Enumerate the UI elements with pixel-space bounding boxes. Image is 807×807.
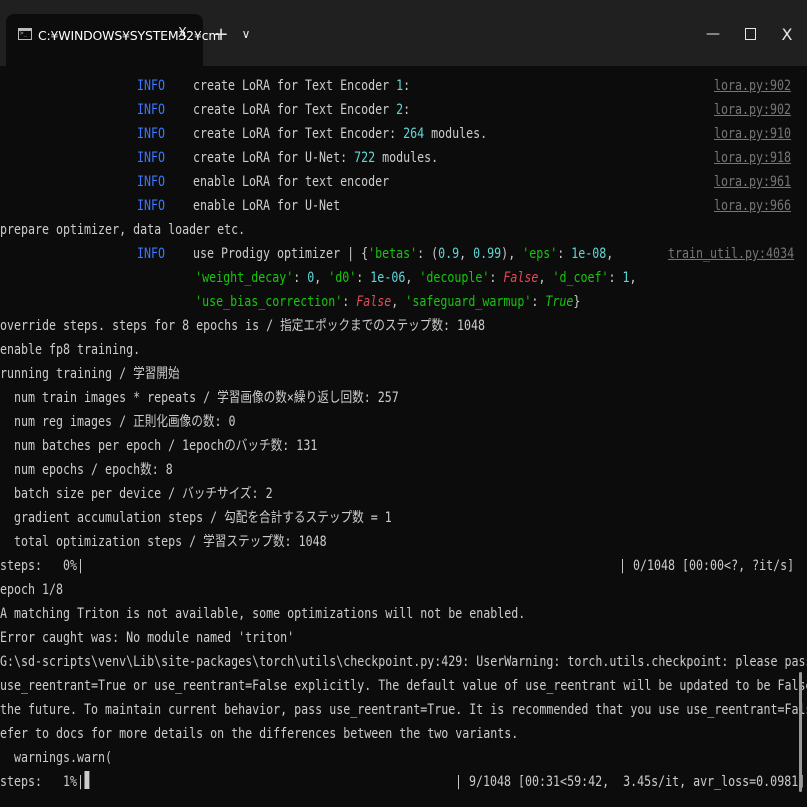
log-line: INFO use Prodigy optimizer | {'betas': (… bbox=[136, 246, 614, 262]
log-line: enable fp8 training. bbox=[0, 342, 141, 358]
dict-key: 'safeguard_warmup' bbox=[405, 294, 532, 310]
log-number: 722 bbox=[354, 150, 376, 166]
source-link[interactable]: lora.py:910 bbox=[714, 122, 791, 146]
dict-value: 1 bbox=[622, 270, 630, 286]
log-level: INFO bbox=[136, 102, 165, 118]
progress-status: | 0/1048 [00:00<?, ?it/s] bbox=[619, 558, 795, 574]
log-line: num reg images / 正則化画像の数: 0 bbox=[0, 414, 236, 430]
terminal-icon bbox=[18, 28, 32, 40]
log-number: 2 bbox=[396, 102, 404, 118]
log-line: 'weight_decay': 0, 'd0': 1e-06, 'decoupl… bbox=[195, 270, 637, 286]
close-window-button[interactable]: X bbox=[775, 22, 799, 46]
log-line: A matching Triton is not available, some… bbox=[0, 606, 526, 622]
log-level: INFO bbox=[136, 174, 165, 190]
source-link[interactable]: lora.py:966 bbox=[714, 194, 791, 218]
dict-value: False bbox=[503, 270, 539, 286]
title-bar[interactable]: C:¥WINDOWS¥SYSTEM32¥cm X + ∨ — X bbox=[0, 0, 807, 66]
log-line: running training / 学習開始 bbox=[0, 366, 180, 382]
log-line: INFO create LoRA for Text Encoder 1: bbox=[0, 74, 662, 98]
log-message: use Prodigy optimizer | { bbox=[192, 246, 369, 262]
log-line: num train images * repeats / 学習画像の数×繰り返し… bbox=[0, 390, 399, 406]
log-level: INFO bbox=[136, 198, 165, 214]
log-level: INFO bbox=[136, 150, 165, 166]
log-line: num epochs / epoch数: 8 bbox=[0, 462, 173, 478]
tab-close-button[interactable]: X bbox=[178, 26, 187, 41]
progress-status: | 9/1048 [00:31<59:42, 3.45s/it, avr_los… bbox=[455, 774, 806, 790]
log-message: create LoRA for U-Net: bbox=[192, 150, 355, 166]
log-line: batch size per device / バッチサイズ: 2 bbox=[0, 486, 273, 502]
maximize-button[interactable] bbox=[738, 22, 762, 46]
log-line: epoch 1/8 bbox=[0, 582, 64, 598]
log-line: Error caught was: No module named 'trito… bbox=[0, 630, 295, 646]
log-line: INFO enable LoRA for U-Net bbox=[0, 194, 662, 218]
dict-key: 'd0' bbox=[328, 270, 357, 286]
dict-value: True bbox=[545, 294, 574, 310]
log-line: prepare optimizer, data loader etc. bbox=[0, 222, 246, 238]
log-line: G:\sd-scripts\venv\Lib\site-packages\tor… bbox=[0, 654, 807, 670]
cursor bbox=[84, 771, 89, 789]
dict-value: 0 bbox=[307, 270, 315, 286]
log-line: use_reentrant=True or use_reentrant=Fals… bbox=[0, 678, 807, 694]
log-message: enable LoRA for U-Net bbox=[192, 198, 341, 214]
log-line: gradient accumulation steps / 勾配を合計するステッ… bbox=[0, 510, 392, 526]
tab-cmd[interactable]: C:¥WINDOWS¥SYSTEM32¥cm X bbox=[6, 14, 221, 66]
log-message: : bbox=[403, 102, 411, 118]
progress-label: steps: 1%| bbox=[0, 774, 85, 790]
new-tab-button[interactable]: + bbox=[209, 22, 233, 46]
log-line: INFO create LoRA for U-Net: 722 modules. bbox=[0, 146, 662, 170]
source-link[interactable]: lora.py:902 bbox=[714, 98, 791, 122]
log-level: INFO bbox=[136, 126, 165, 142]
log-line: efer to docs for more details on the dif… bbox=[0, 726, 519, 742]
progress-line: steps: 0%| bbox=[0, 558, 85, 574]
log-number: 264 bbox=[403, 126, 425, 142]
source-link[interactable]: lora.py:902 bbox=[714, 74, 791, 98]
log-message: create LoRA for Text Encoder bbox=[192, 102, 397, 118]
source-link[interactable]: lora.py:918 bbox=[714, 146, 791, 170]
dict-value: False bbox=[356, 294, 392, 310]
dict-value: 1e-08 bbox=[571, 246, 607, 262]
tab-title: C:¥WINDOWS¥SYSTEM32¥cm bbox=[38, 28, 221, 43]
source-link[interactable]: train_util.py:4034 bbox=[668, 242, 794, 266]
log-level: INFO bbox=[136, 78, 165, 94]
dict-value: 0.9 bbox=[438, 246, 460, 262]
log-message: create LoRA for Text Encoder bbox=[192, 78, 397, 94]
dict-key: 'use_bias_correction' bbox=[195, 294, 343, 310]
chevron-down-icon[interactable]: ∨ bbox=[234, 22, 258, 46]
log-line: INFO enable LoRA for text encoder bbox=[0, 170, 662, 194]
minimize-button[interactable]: — bbox=[701, 22, 725, 46]
dict-key: 'd_coef' bbox=[552, 270, 609, 286]
log-number: 1 bbox=[396, 78, 404, 94]
scrollbar[interactable] bbox=[799, 672, 802, 792]
log-message: : bbox=[403, 78, 411, 94]
log-line: the future. To maintain current behavior… bbox=[0, 702, 807, 718]
log-line: num batches per epoch / 1epochのバッチ数: 131 bbox=[0, 438, 318, 454]
source-link[interactable]: lora.py:961 bbox=[714, 170, 791, 194]
log-line: INFO create LoRA for Text Encoder 2: bbox=[0, 98, 662, 122]
dict-value: 0.99 bbox=[473, 246, 502, 262]
log-message: enable LoRA for text encoder bbox=[192, 174, 390, 190]
log-line: 'use_bias_correction': False, 'safeguard… bbox=[195, 294, 581, 310]
terminal-output[interactable]: INFO create LoRA for Text Encoder 1: lor… bbox=[0, 68, 807, 807]
dict-key: 'weight_decay' bbox=[195, 270, 294, 286]
log-line: warnings.warn( bbox=[0, 750, 113, 766]
log-message: modules. bbox=[424, 126, 488, 142]
log-line: INFO create LoRA for Text Encoder: 264 m… bbox=[0, 122, 662, 146]
log-line: total optimization steps / 学習ステップ数: 1048 bbox=[0, 534, 327, 550]
dict-key: 'eps' bbox=[522, 246, 558, 262]
log-line: override steps. steps for 8 epochs is / … bbox=[0, 318, 486, 334]
log-message: create LoRA for Text Encoder: bbox=[192, 126, 404, 142]
dict-key: 'betas' bbox=[368, 246, 418, 262]
log-message: modules. bbox=[375, 150, 439, 166]
terminal-window: C:¥WINDOWS¥SYSTEM32¥cm X + ∨ — X INFO cr… bbox=[0, 0, 807, 807]
dict-key: 'decouple' bbox=[419, 270, 490, 286]
log-level: INFO bbox=[136, 246, 165, 262]
maximize-icon bbox=[744, 28, 756, 40]
dict-value: 1e-06 bbox=[370, 270, 406, 286]
